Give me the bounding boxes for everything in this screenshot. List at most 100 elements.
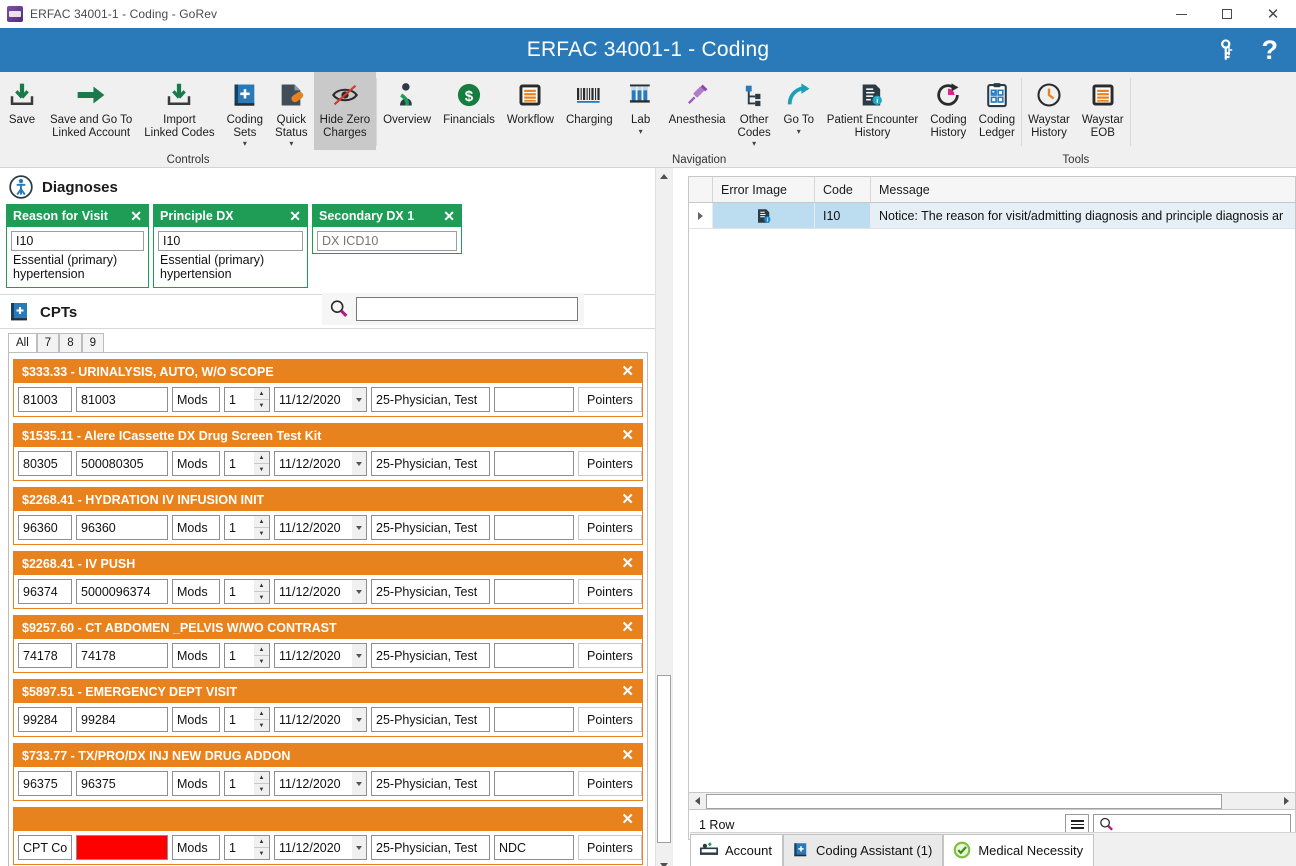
close-icon[interactable]: ✕ — [621, 684, 634, 699]
chevron-down-icon[interactable] — [352, 835, 367, 860]
stepper-arrows[interactable]: ▲ ▼ — [254, 707, 270, 732]
ribbon-coding-sets-button[interactable]: Coding Sets ▾ — [221, 72, 269, 150]
tab-account[interactable]: Account — [690, 834, 783, 866]
cpt-ndc-input[interactable] — [494, 835, 574, 860]
cpt-units-stepper[interactable]: ▲▼ — [224, 451, 270, 476]
cpt-date-input[interactable] — [274, 835, 352, 860]
cpt-date-input[interactable] — [274, 579, 352, 604]
stepper-arrows[interactable]: ▲ ▼ — [254, 835, 270, 860]
close-icon[interactable]: ✕ — [289, 209, 301, 223]
ribbon-anesthesia-button[interactable]: Anesthesia — [663, 72, 732, 150]
left-panel-scrollbar[interactable] — [655, 168, 673, 866]
close-icon[interactable]: ✕ — [130, 209, 142, 223]
chevron-down-icon[interactable]: ▾ — [639, 127, 643, 136]
grid-search-input[interactable] — [1119, 816, 1290, 833]
minimize-icon[interactable] — [1158, 0, 1204, 28]
ribbon-hide-zero-charges-button[interactable]: Hide Zero Charges — [313, 72, 377, 150]
cpt-description-input[interactable] — [76, 771, 168, 796]
cpt-units-stepper[interactable]: ▲▼ — [224, 387, 270, 412]
stepper-up-icon[interactable]: ▲ — [254, 516, 269, 528]
tab-medical-necessity[interactable]: Medical Necessity — [943, 834, 1095, 866]
scroll-up-arrow[interactable] — [655, 168, 673, 185]
cpt-units-input[interactable] — [224, 387, 254, 412]
stepper-up-icon[interactable]: ▲ — [254, 580, 269, 592]
diagnosis-code-input[interactable] — [11, 231, 144, 251]
cpt-pointers-button[interactable]: Pointers — [578, 387, 642, 412]
cpt-code-input[interactable] — [18, 771, 72, 796]
cpt-description-input[interactable] — [76, 835, 168, 860]
stepper-down-icon[interactable]: ▼ — [254, 592, 269, 603]
ribbon-coding-ledger-button[interactable]: Coding Ledger — [973, 72, 1021, 150]
stepper-arrows[interactable]: ▲ ▼ — [254, 515, 270, 540]
ribbon-charging-button[interactable]: Charging — [560, 72, 619, 150]
cpt-code-input[interactable] — [18, 835, 72, 860]
stepper-down-icon[interactable]: ▼ — [254, 528, 269, 539]
stepper-up-icon[interactable]: ▲ — [254, 452, 269, 464]
cpt-pointers-button[interactable]: Pointers — [578, 771, 642, 796]
chevron-down-icon[interactable] — [352, 451, 367, 476]
cpt-mods-input[interactable] — [172, 771, 220, 796]
grid-header-message[interactable]: Message — [871, 177, 1295, 202]
cpt-pointers-button[interactable]: Pointers — [578, 579, 642, 604]
ribbon-other-codes-button[interactable]: Other Codes ▾ — [732, 72, 777, 150]
cpt-date-picker[interactable] — [274, 387, 367, 412]
cpt-date-input[interactable] — [274, 707, 352, 732]
grid-header-code[interactable]: Code — [815, 177, 871, 202]
stepper-up-icon[interactable]: ▲ — [254, 708, 269, 720]
cpt-description-input[interactable] — [76, 451, 168, 476]
cpt-date-picker[interactable] — [274, 515, 367, 540]
cpt-units-input[interactable] — [224, 707, 254, 732]
cpt-search-input[interactable] — [356, 297, 578, 321]
cpt-units-input[interactable] — [224, 771, 254, 796]
ribbon-patient-encounter-history-button[interactable]: i Patient Encounter History — [821, 72, 924, 150]
ribbon-quick-status-button[interactable]: Quick Status ▾ — [269, 72, 314, 150]
close-icon[interactable]: ✕ — [621, 748, 634, 763]
scroll-left-arrow[interactable] — [689, 794, 706, 809]
ribbon-go-to-button[interactable]: Go To ▾ — [777, 72, 821, 150]
ribbon-financials-button[interactable]: $ Financials — [437, 72, 501, 150]
cpt-units-input[interactable] — [224, 451, 254, 476]
cpt-date-picker[interactable] — [274, 835, 367, 860]
cpt-date-input[interactable] — [274, 643, 352, 668]
cpt-ndc-input[interactable] — [494, 579, 574, 604]
cpt-units-input[interactable] — [224, 515, 254, 540]
cpt-units-input[interactable] — [224, 643, 254, 668]
cpt-mods-input[interactable] — [172, 515, 220, 540]
cpt-tab-8[interactable]: 8 — [59, 333, 82, 352]
cpt-ndc-input[interactable] — [494, 771, 574, 796]
cpt-date-picker[interactable] — [274, 643, 367, 668]
chevron-down-icon[interactable] — [352, 707, 367, 732]
cpt-pointers-button[interactable]: Pointers — [578, 643, 642, 668]
cpt-units-stepper[interactable]: ▲▼ — [224, 643, 270, 668]
row-expand-arrow[interactable] — [689, 203, 713, 228]
ribbon-coding-history-button[interactable]: Coding History — [924, 72, 972, 150]
cpt-provider-input[interactable] — [371, 707, 490, 732]
stepper-down-icon[interactable]: ▼ — [254, 784, 269, 795]
ribbon-waystar-history-button[interactable]: Waystar History — [1022, 72, 1076, 150]
maximize-icon[interactable] — [1204, 0, 1250, 28]
cpt-pointers-button[interactable]: Pointers — [578, 835, 642, 860]
cpt-provider-input[interactable] — [371, 451, 490, 476]
cpt-date-input[interactable] — [274, 771, 352, 796]
ribbon-import-linked-codes-button[interactable]: Import Linked Codes — [138, 72, 220, 150]
cpt-pointers-button[interactable]: Pointers — [578, 451, 642, 476]
cpt-tab-7[interactable]: 7 — [36, 333, 60, 352]
chevron-down-icon[interactable]: ▾ — [797, 127, 801, 136]
cpt-description-input[interactable] — [76, 515, 168, 540]
chevron-down-icon[interactable]: ▾ — [752, 139, 756, 148]
cpt-date-picker[interactable] — [274, 707, 367, 732]
chevron-down-icon[interactable] — [352, 387, 367, 412]
ribbon-save-and-go-to-linked-account-button[interactable]: Save and Go To Linked Account — [44, 72, 138, 150]
stepper-arrows[interactable]: ▲ ▼ — [254, 643, 270, 668]
grid-header-error-image[interactable]: Error Image — [713, 177, 815, 202]
cpt-provider-input[interactable] — [371, 835, 490, 860]
stepper-down-icon[interactable]: ▼ — [254, 848, 269, 859]
cpt-units-stepper[interactable]: ▲▼ — [224, 579, 270, 604]
cpt-provider-input[interactable] — [371, 579, 490, 604]
chevron-down-icon[interactable] — [352, 515, 367, 540]
close-icon[interactable]: ✕ — [621, 364, 634, 379]
close-icon[interactable]: ✕ — [621, 812, 634, 827]
cpt-date-picker[interactable] — [274, 771, 367, 796]
cpt-tab-9[interactable]: 9 — [81, 333, 104, 352]
stepper-up-icon[interactable]: ▲ — [254, 836, 269, 848]
